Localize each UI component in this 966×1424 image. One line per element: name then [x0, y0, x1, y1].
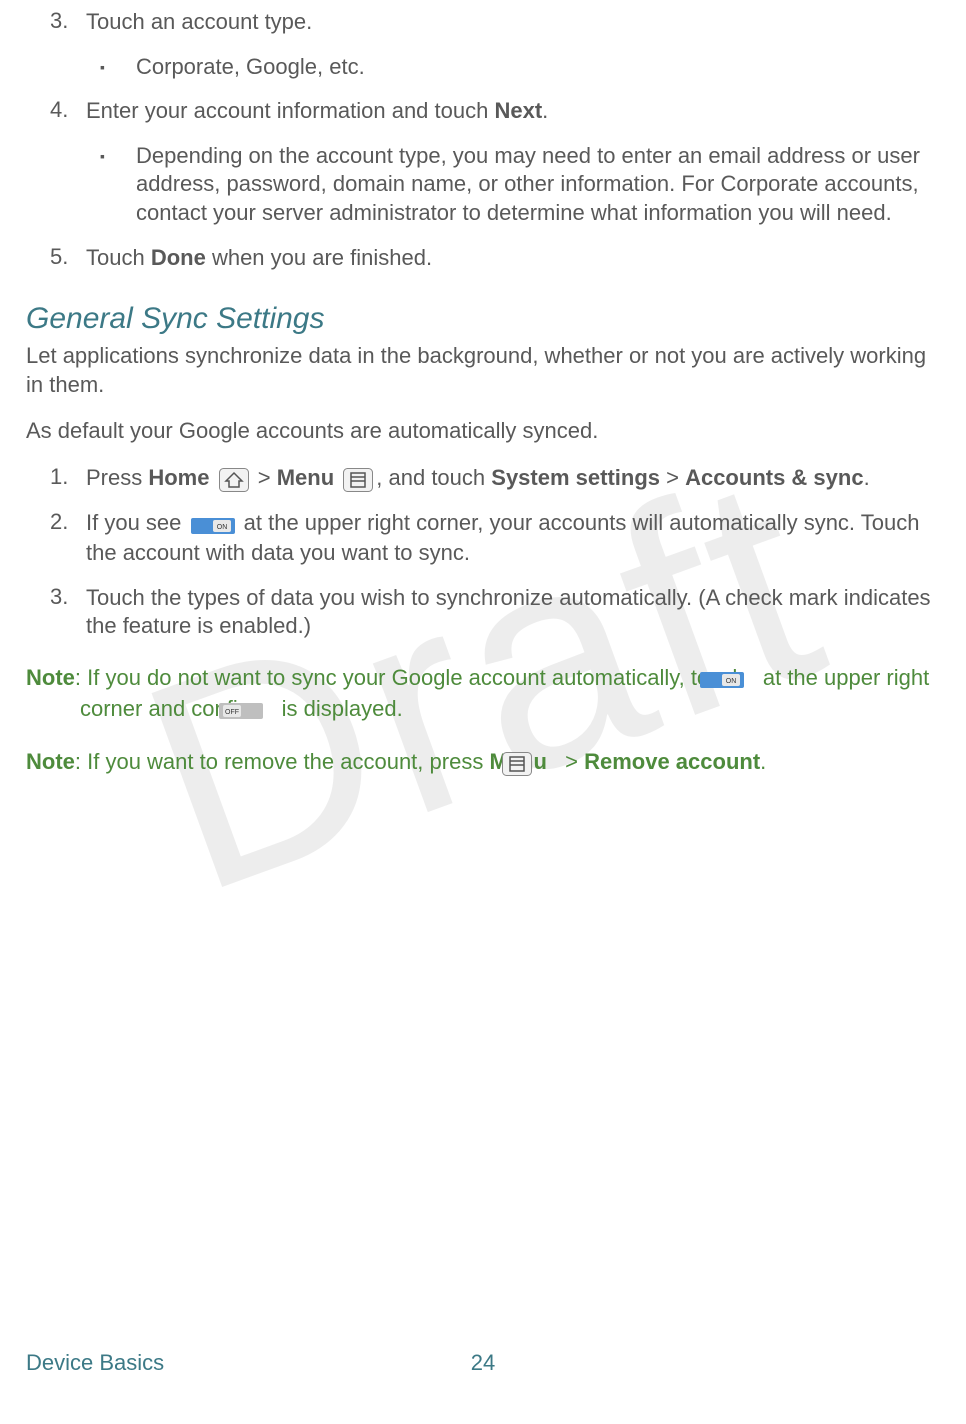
paragraph: As default your Google accounts are auto…	[26, 417, 940, 446]
text-fragment: .	[542, 98, 548, 123]
toggle-on-icon: ON	[191, 510, 235, 539]
step-number: 3.	[50, 584, 86, 641]
text-fragment: : If you do not want to sync your Google…	[75, 665, 751, 690]
step-text: Enter your account information and touch…	[86, 97, 940, 126]
step-4-bullet: ▪ Depending on the account type, you may…	[100, 142, 940, 228]
step-text: Touch Done when you are finished.	[86, 244, 940, 273]
text-fragment: >	[559, 749, 584, 774]
text-fragment: , and touch	[376, 465, 491, 490]
step-number: 5.	[50, 244, 86, 273]
section-heading: General Sync Settings	[26, 302, 940, 336]
svg-text:ON: ON	[216, 524, 227, 531]
paragraph: Let applications synchronize data in the…	[26, 342, 940, 399]
step-text: Touch an account type.	[86, 8, 940, 37]
page-number: 24	[471, 1350, 495, 1376]
step-number: 4.	[50, 97, 86, 126]
text-fragment: If you see	[86, 510, 188, 535]
bullet-text: Corporate, Google, etc.	[136, 53, 940, 82]
text-fragment: .	[864, 465, 870, 490]
step-3: 3. Touch an account type.	[50, 8, 940, 37]
bold-remove-account: Remove account	[584, 749, 760, 774]
note-remove-account: Note: If you want to remove the account,…	[26, 747, 940, 778]
text-fragment: when you are finished.	[206, 245, 432, 270]
bullet-marker: ▪	[100, 142, 136, 228]
footer-section: Device Basics	[26, 1350, 164, 1376]
menu-icon	[343, 465, 373, 494]
bold-system-settings: System settings	[491, 465, 660, 490]
text-fragment: Enter your account information and touch	[86, 98, 494, 123]
sync-step-1: 1. Press Home > Menu , and touch System …	[50, 464, 940, 493]
home-icon	[219, 465, 249, 494]
text-fragment: .	[760, 749, 766, 774]
step-5: 5. Touch Done when you are finished.	[50, 244, 940, 273]
bold-next: Next	[494, 98, 542, 123]
step-number: 2.	[50, 509, 86, 567]
text-fragment: is displayed.	[276, 696, 403, 721]
step-4: 4. Enter your account information and to…	[50, 97, 940, 126]
step-3-bullet: ▪ Corporate, Google, etc.	[100, 53, 940, 82]
step-number: 1.	[50, 464, 86, 493]
svg-text:ON: ON	[726, 678, 737, 685]
page-footer: Device Basics 24	[26, 1350, 940, 1376]
bullet-text: Depending on the account type, you may n…	[136, 142, 940, 228]
svg-text:OFF: OFF	[225, 709, 239, 716]
step-text: If you see ON at the upper right corner,…	[86, 509, 940, 567]
note-label: Note	[26, 749, 75, 774]
text-fragment: >	[258, 465, 277, 490]
text-fragment: : If you want to remove the account, pre…	[75, 749, 490, 774]
text-fragment: Touch	[86, 245, 151, 270]
note-label: Note	[26, 665, 75, 690]
step-text: Press Home > Menu , and touch System set…	[86, 464, 940, 493]
step-number: 3.	[50, 8, 86, 37]
note-sync-off: Note: If you do not want to sync your Go…	[26, 663, 940, 725]
bold-done: Done	[151, 245, 206, 270]
sync-step-2: 2. If you see ON at the upper right corn…	[50, 509, 940, 567]
page-content: 3. Touch an account type. ▪ Corporate, G…	[0, 8, 966, 778]
bold-accounts-sync: Accounts & sync	[685, 465, 864, 490]
text-fragment: >	[660, 465, 685, 490]
text-fragment: Press	[86, 465, 148, 490]
sync-step-3: 3. Touch the types of data you wish to s…	[50, 584, 940, 641]
step-text: Touch the types of data you wish to sync…	[86, 584, 940, 641]
bold-menu: Menu	[277, 465, 334, 490]
bullet-marker: ▪	[100, 53, 136, 82]
bold-home: Home	[148, 465, 209, 490]
